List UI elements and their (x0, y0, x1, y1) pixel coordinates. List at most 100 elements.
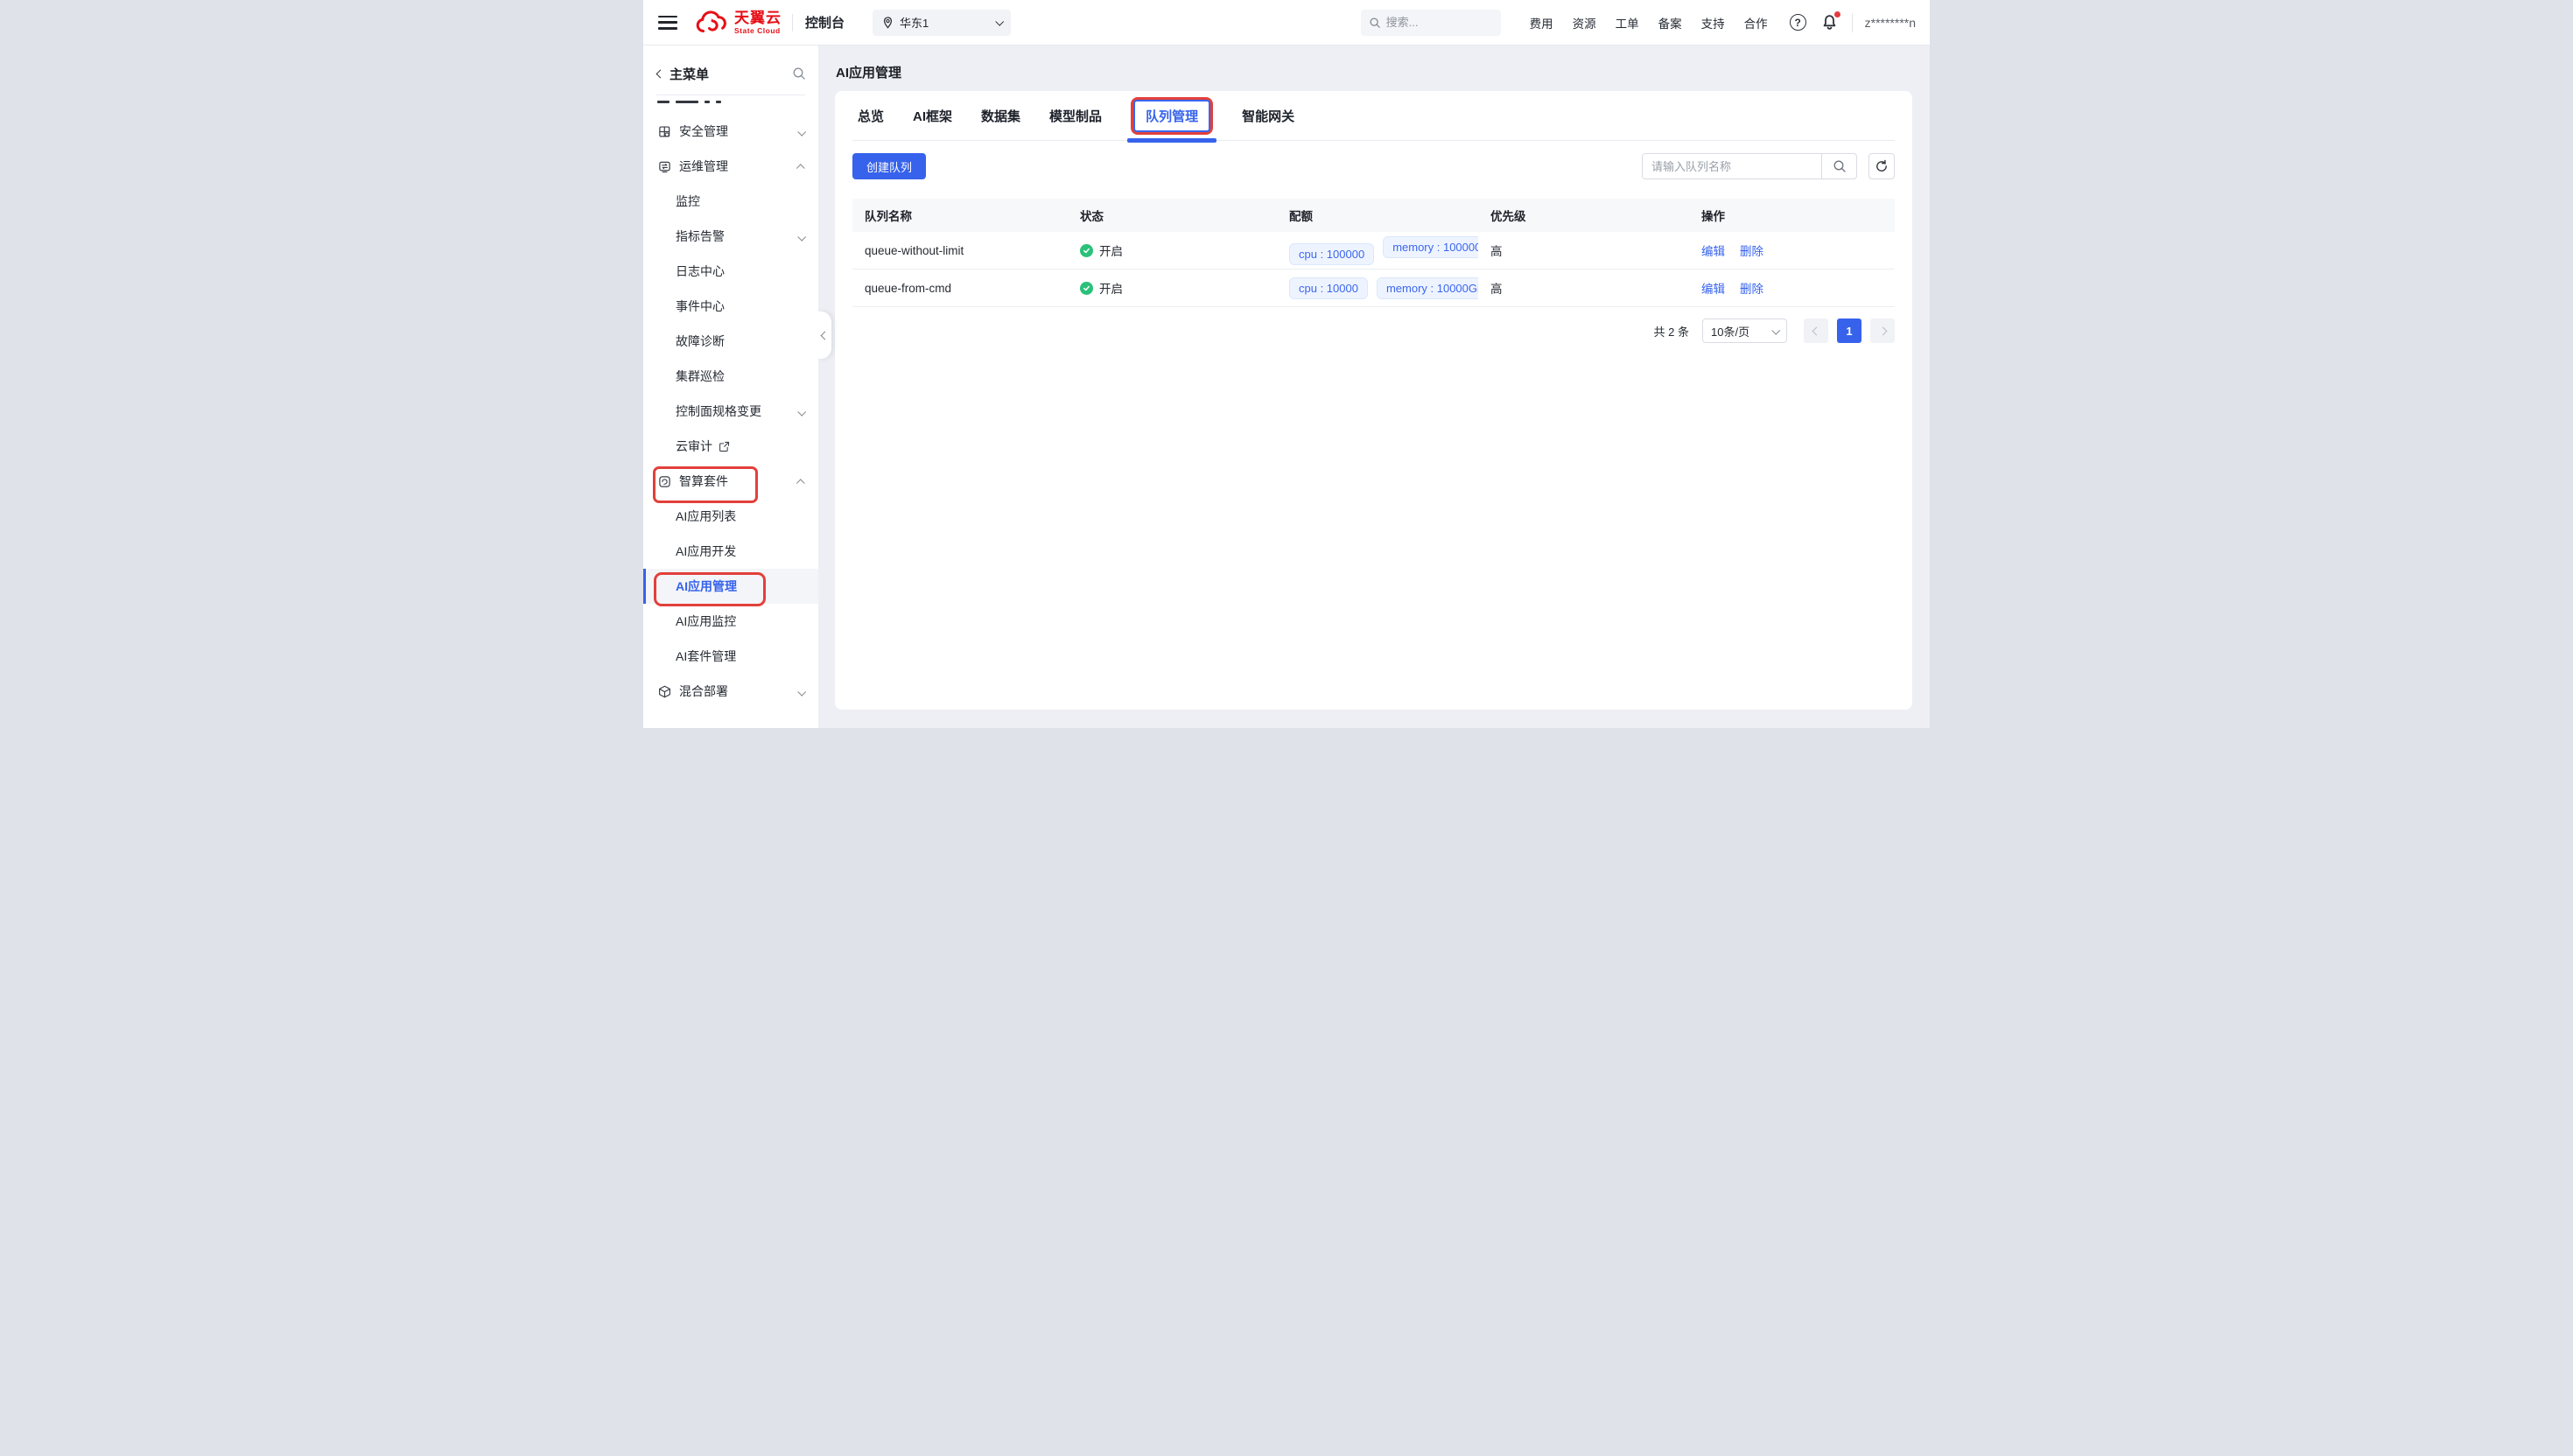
chevron-left-icon (821, 331, 830, 340)
queue-name-input[interactable] (1643, 154, 1821, 178)
nav-link-resources[interactable]: 资源 (1573, 14, 1596, 32)
tab-ai-framework[interactable]: AI框架 (913, 107, 952, 125)
sidebar-item-label: 事件中心 (676, 298, 725, 315)
queue-name: queue-from-cmd (852, 270, 1068, 307)
page-size-select[interactable]: 10条/页 (1702, 318, 1787, 343)
sidebar-item-label: 集群巡检 (676, 368, 725, 385)
total-count: 共 2 条 (1654, 323, 1689, 340)
chevron-down-icon (797, 408, 806, 416)
page-title: AI应用管理 (836, 63, 901, 81)
sidebar-item-cluster-inspection[interactable]: 集群巡检 (643, 359, 818, 394)
sidebar-item-ops-mgmt[interactable]: 运维管理 (643, 149, 818, 184)
tab-bar: 总览 AI框架 数据集 模型制品 队列管理 智能网关 (852, 91, 1895, 141)
sidebar-item-ai-app-list[interactable]: AI应用列表 (643, 499, 818, 534)
sidebar-item-label: AI应用管理 (676, 578, 737, 595)
cloud-logo-icon (693, 10, 728, 36)
sidebar-item-label: 控制面规格变更 (676, 402, 761, 420)
next-page-button[interactable] (1870, 318, 1895, 343)
tab-dataset[interactable]: 数据集 (981, 107, 1020, 125)
status-enabled-icon (1080, 244, 1093, 257)
edit-link[interactable]: 编辑 (1701, 283, 1725, 296)
sidebar-item-security-mgmt[interactable]: 安全管理 (643, 114, 818, 149)
queue-search-button[interactable] (1821, 154, 1856, 178)
sidebar-item-label: 故障诊断 (676, 332, 725, 350)
ops-console-icon (657, 160, 671, 173)
delete-link[interactable]: 删除 (1740, 245, 1763, 258)
region-selector[interactable]: 华东1 (873, 10, 1011, 36)
table-toolbar: 创建队列 (852, 153, 1895, 179)
logo-text: 天翼云 State Cloud (734, 10, 782, 35)
sidebar-item-hybrid-deployment[interactable]: 混合部署 (643, 674, 818, 709)
sidebar: 主菜单 安全管理 (643, 46, 818, 728)
prev-page-button[interactable] (1804, 318, 1828, 343)
nav-link-billing[interactable]: 费用 (1530, 14, 1553, 32)
ai-suite-icon (657, 475, 671, 488)
sidebar-item-ai-app-dev[interactable]: AI应用开发 (643, 534, 818, 569)
status-text: 开启 (1099, 242, 1123, 259)
chevron-down-icon (797, 233, 806, 242)
chevron-right-icon (1878, 326, 1887, 335)
help-icon[interactable]: ? (1790, 14, 1806, 31)
sidebar-item-label: 混合部署 (679, 682, 728, 700)
grid-shield-icon (657, 125, 671, 138)
sidebar-item-cloud-audit[interactable]: 云审计 (643, 429, 818, 464)
sidebar-item-ai-app-monitoring[interactable]: AI应用监控 (643, 604, 818, 639)
chevron-down-icon (995, 18, 1004, 26)
sidebar-item-label: AI应用列表 (676, 508, 736, 525)
brand-logo[interactable]: 天翼云 State Cloud (693, 10, 782, 36)
search-icon (1369, 17, 1381, 29)
sidebar-item-fault-diagnosis[interactable]: 故障诊断 (643, 324, 818, 359)
delete-link[interactable]: 删除 (1740, 283, 1763, 296)
topbar-divider (792, 14, 793, 32)
status-cell: 开启 (1080, 232, 1265, 269)
global-search[interactable] (1361, 10, 1501, 36)
sidebar-item-label: 云审计 (676, 438, 712, 455)
tab-smart-gateway[interactable]: 智能网关 (1242, 107, 1294, 125)
nav-link-partner[interactable]: 合作 (1744, 14, 1768, 32)
nav-link-support[interactable]: 支持 (1701, 14, 1725, 32)
sidebar-item-log-center[interactable]: 日志中心 (643, 254, 818, 289)
topbar-right: 费用 资源 工单 备案 支持 合作 ? z********n (1361, 10, 1930, 36)
refresh-button[interactable] (1868, 153, 1895, 179)
sidebar-item-ai-suite-mgmt[interactable]: AI套件管理 (643, 639, 818, 674)
sidebar-item-control-plane-spec[interactable]: 控制面规格变更 (643, 394, 818, 429)
active-tab-underline (1127, 138, 1216, 143)
sidebar-item-label: AI应用监控 (676, 612, 736, 630)
col-header-actions: 操作 (1689, 199, 1895, 232)
nav-link-filing[interactable]: 备案 (1658, 14, 1682, 32)
sidebar-item-label: 指标告警 (676, 228, 725, 245)
col-header-status: 状态 (1068, 199, 1277, 232)
location-pin-icon (881, 16, 894, 30)
pagination: 共 2 条 10条/页 1 (852, 318, 1895, 343)
top-bar: 天翼云 State Cloud 控制台 华东1 (643, 0, 1930, 46)
global-search-input[interactable] (1386, 16, 1483, 29)
sidebar-item-ai-compute-suite[interactable]: 智算套件 (643, 464, 818, 499)
annotation-box-queue-tab: 队列管理 (1131, 97, 1213, 135)
user-divider (1852, 13, 1853, 32)
page-number-1[interactable]: 1 (1837, 318, 1861, 343)
tab-queue-mgmt-active[interactable]: 队列管理 (1131, 97, 1213, 135)
sidebar-item-monitoring[interactable]: 监控 (643, 184, 818, 219)
sidebar-collapse-handle[interactable] (818, 312, 831, 359)
nav-link-tickets[interactable]: 工单 (1616, 14, 1639, 32)
status-cell: 开启 (1080, 270, 1265, 306)
queue-name: queue-without-limit (852, 232, 1068, 270)
user-account[interactable]: z********n (1865, 16, 1916, 30)
sidebar-item-ai-app-mgmt[interactable]: AI应用管理 (643, 569, 818, 604)
logo-en: State Cloud (734, 27, 782, 35)
sidebar-search-icon[interactable] (792, 66, 806, 80)
back-button[interactable] (657, 71, 663, 77)
sidebar-item-event-center[interactable]: 事件中心 (643, 289, 818, 324)
console-label[interactable]: 控制台 (805, 13, 845, 32)
chevron-up-icon (796, 164, 805, 172)
sidebar-item-label: 安全管理 (679, 122, 728, 140)
hamburger-menu-icon[interactable] (658, 16, 677, 30)
tab-model-artifact[interactable]: 模型制品 (1049, 107, 1102, 125)
notifications-button[interactable] (1821, 14, 1838, 31)
tab-overview[interactable]: 总览 (858, 107, 884, 125)
edit-link[interactable]: 编辑 (1701, 245, 1725, 258)
sidebar-item-metric-alerts[interactable]: 指标告警 (643, 219, 818, 254)
external-link-icon (719, 441, 730, 452)
create-queue-button[interactable]: 创建队列 (852, 153, 926, 179)
priority: 高 (1478, 232, 1689, 270)
